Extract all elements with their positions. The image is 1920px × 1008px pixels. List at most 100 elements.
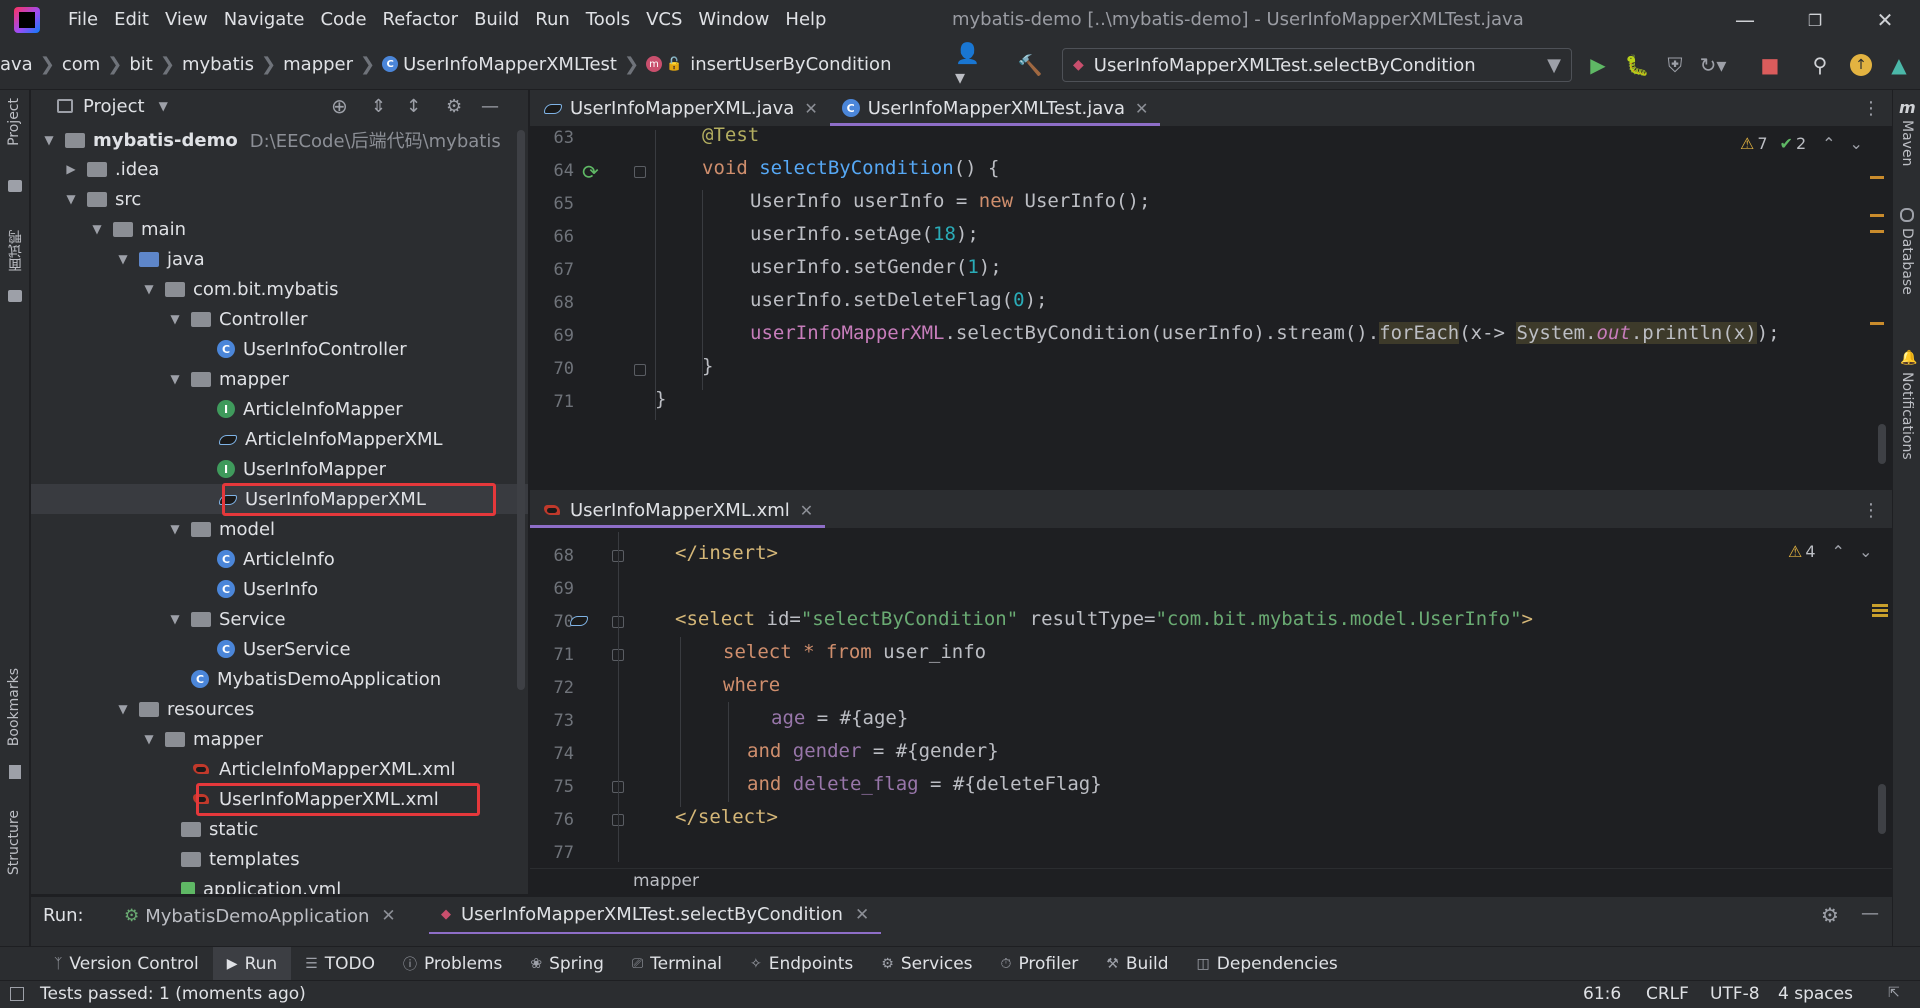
code-line[interactable]: } [655,388,666,410]
locate-icon[interactable]: ⊕ [331,94,348,118]
lock-icon[interactable]: ⇱ [1888,985,1900,1001]
chevron-down-icon[interactable]: ▼ [63,192,79,206]
chevron-down-icon[interactable]: ▼ [167,522,183,536]
run-tab-test[interactable]: ◆ UserInfoMapperXMLTest.selectByConditio… [429,897,882,935]
caret-position[interactable]: 61:6 [1583,984,1621,1004]
collapse-all-icon[interactable]: ↕ [406,96,421,117]
breadcrumb-item[interactable]: bit [129,54,152,75]
maven-tool-button[interactable]: Maven [1899,120,1915,166]
project-scrollbar[interactable] [517,130,525,690]
structure-tool-button[interactable]: Structure [6,810,22,875]
code-line[interactable]: userInfoMapperXML.selectByCondition(user… [750,322,1780,344]
menu-run[interactable]: Run [527,0,578,40]
run-tab-application[interactable]: ⚙ MybatisDemoApplication ✕ [116,897,404,935]
error-stripe-mark[interactable] [1872,614,1888,617]
bookmarks-tool-button[interactable]: Bookmarks [6,668,22,746]
tree-item-userservice[interactable]: C UserService [217,634,351,664]
tool-spring[interactable]: ❀ Spring [516,947,618,981]
menu-file[interactable]: File [60,0,106,40]
menu-build[interactable]: Build [466,0,527,40]
close-tab-icon[interactable]: ✕ [855,905,869,925]
code-line[interactable]: } [702,355,713,377]
close-tab-icon[interactable]: ✕ [1135,99,1148,118]
expand-all-icon[interactable]: ⇕ [371,96,386,117]
tree-item-project-root[interactable]: ▼ mybatis-demo D:\EECode\后端代码\mybatis [41,125,500,155]
search-icon[interactable]: ⚲ [1805,50,1835,80]
xml-breadcrumb[interactable]: mapper [633,871,699,891]
chevron-down-icon[interactable]: ⌄ [1859,542,1872,561]
plugin-logo-icon[interactable]: ▲ [1884,50,1914,80]
chevron-down-icon[interactable]: ▼ [167,612,183,626]
chevron-down-icon[interactable]: ▼ [89,222,105,236]
close-icon[interactable]: ✕ [1862,0,1908,40]
tab-userinfomapperxml-java[interactable]: UserInfoMapperXML.java ✕ [530,90,830,126]
error-stripe-mark[interactable] [1870,214,1884,217]
tool-services[interactable]: ⚙ Services [867,947,986,981]
inspection-widget[interactable]: ⚠ 7 ✔ 2 ⌃ ⌄ [1740,134,1863,153]
tab-userinfomapperxml-xml[interactable]: UserInfoMapperXML.xml ✕ [530,492,826,528]
tool-build[interactable]: ⚒ Build [1092,947,1182,981]
database-tool-button[interactable]: Database [1899,228,1915,295]
code-line[interactable]: void selectByCondition() { [702,157,999,179]
menu-code[interactable]: Code [312,0,374,40]
build-hammer-icon[interactable]: 🔨 [1015,50,1045,80]
stop-icon[interactable]: ■ [1755,50,1785,80]
tree-item-main[interactable]: ▼ main [89,214,186,244]
tree-item-articleinfomapperxml-xml[interactable]: ArticleInfoMapperXML.xml [191,754,456,784]
close-tab-icon[interactable]: ✕ [381,906,395,926]
inspection-widget[interactable]: ⚠ 4 ⌃ ⌄ [1788,542,1872,561]
menu-window[interactable]: Window [690,0,777,40]
tree-item-templates[interactable]: templates [181,844,300,874]
profile-icon[interactable]: ↻▾ [1698,50,1728,80]
tree-item-articleinfomapper[interactable]: I ArticleInfoMapper [217,394,403,424]
menu-navigate[interactable]: Navigate [216,0,313,40]
tree-item-articleinfo[interactable]: C ArticleInfo [217,544,335,574]
chevron-down-icon[interactable]: ⌄ [1850,134,1863,153]
fold-icon[interactable] [634,166,646,178]
hide-panel-icon[interactable]: — [1861,903,1879,924]
tree-item-userinfocontroller[interactable]: C UserInfoController [217,334,407,364]
error-stripe-mark[interactable] [1870,322,1884,325]
menu-view[interactable]: View [157,0,216,40]
chevron-down-icon[interactable]: ▼ [115,252,131,266]
code-line[interactable]: @Test [702,124,759,146]
breadcrumb-item[interactable]: ava [0,54,33,75]
tree-item-userinfomapper[interactable]: I UserInfoMapper [217,454,386,484]
error-stripe-mark[interactable] [1872,604,1888,607]
code-line[interactable]: and gender = #{gender} [747,740,999,762]
code-line[interactable]: UserInfo userInfo = new UserInfo(); [750,190,1150,212]
tool-run[interactable]: ▶ Run [212,946,292,981]
breadcrumb-item[interactable]: UserInfoMapperXMLTest [403,54,617,75]
tool-dependencies[interactable]: ◫ Dependencies [1183,947,1352,981]
code-line[interactable]: <select id="selectByCondition" resultTyp… [675,608,1533,630]
gear-icon[interactable]: ⚙ [1821,903,1839,927]
tree-item-application[interactable]: C MybatisDemoApplication [191,664,441,694]
breadcrumb-item[interactable]: mapper [283,54,353,75]
toolwindow-toggle-icon[interactable] [10,987,24,1001]
chevron-down-icon[interactable]: ▼ [167,312,183,326]
chevron-down-icon[interactable]: ▼ [115,702,131,716]
code-line[interactable]: userInfo.setAge(18); [750,223,979,245]
tree-item-static[interactable]: static [181,814,258,844]
more-tabs-icon[interactable]: ⋮ [1862,98,1880,119]
error-stripe-mark[interactable] [1872,609,1888,612]
breadcrumb-item[interactable]: mybatis [182,54,254,75]
chevron-right-icon[interactable]: ▶ [63,162,79,176]
editor-scrollbar[interactable] [1878,784,1886,834]
code-line[interactable]: and delete_flag = #{deleteFlag} [747,773,1102,795]
project-panel-title[interactable]: Project [83,96,145,117]
code-line[interactable]: age = #{age} [771,707,908,729]
mianshi-tool-button[interactable]: 面试鸭 [6,230,26,272]
tree-item-src[interactable]: ▼ src [63,184,141,214]
restore-icon[interactable]: ❐ [1792,0,1838,40]
tool-todo[interactable]: ☰ TODO [291,947,389,981]
error-stripe-mark[interactable] [1870,230,1884,233]
tree-item-service[interactable]: ▼ Service [167,604,285,634]
chevron-down-icon[interactable]: ▼ [141,732,157,746]
tree-item-resources[interactable]: ▼ resources [115,694,254,724]
hide-panel-icon[interactable]: — [481,96,499,117]
code-line[interactable]: </insert> [675,542,778,564]
tool-terminal[interactable]: ⎚ Terminal [618,947,736,981]
chevron-down-icon[interactable]: ▼ [141,282,157,296]
code-line[interactable]: select * from user_info [723,641,986,663]
